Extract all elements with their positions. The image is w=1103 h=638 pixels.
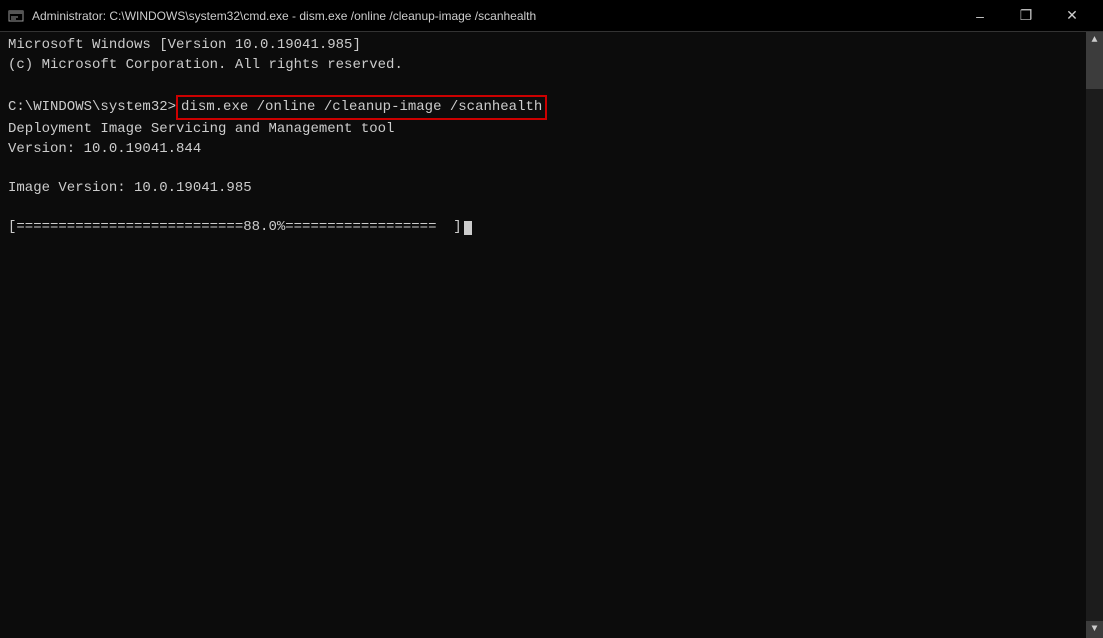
- blank-line-3: [8, 199, 1078, 219]
- restore-button[interactable]: ❐: [1003, 0, 1049, 32]
- cmd-window: Administrator: C:\WINDOWS\system32\cmd.e…: [0, 0, 1103, 638]
- output-line-1: Microsoft Windows [Version 10.0.19041.98…: [8, 36, 1078, 56]
- scrollbar-track[interactable]: [1086, 49, 1103, 621]
- window-icon: [8, 8, 24, 24]
- progress-line: [===========================88.0%=======…: [8, 218, 1078, 238]
- content-area: Microsoft Windows [Version 10.0.19041.98…: [0, 32, 1103, 638]
- scrollbar[interactable]: ▲ ▼: [1086, 32, 1103, 638]
- output-line-4: Deployment Image Servicing and Managemen…: [8, 120, 1078, 140]
- progress-end: ]: [436, 218, 461, 238]
- progress-bar: [===========================88.0%=======…: [8, 218, 436, 238]
- blank-line-2: [8, 160, 1078, 180]
- command-text: dism.exe /online /cleanup-image /scanhea…: [176, 95, 547, 121]
- prompt-text: C:\WINDOWS\system32>: [8, 98, 176, 118]
- terminal-output[interactable]: Microsoft Windows [Version 10.0.19041.98…: [0, 32, 1086, 638]
- output-line-2: (c) Microsoft Corporation. All rights re…: [8, 56, 1078, 76]
- scroll-up-arrow[interactable]: ▲: [1086, 32, 1103, 49]
- scroll-down-arrow[interactable]: ▼: [1086, 621, 1103, 638]
- window-controls: – ❐ ✕: [957, 0, 1095, 32]
- blank-line-1: [8, 75, 1078, 95]
- title-bar: Administrator: C:\WINDOWS\system32\cmd.e…: [0, 0, 1103, 32]
- output-line-5: Version: 10.0.19041.844: [8, 140, 1078, 160]
- close-button[interactable]: ✕: [1049, 0, 1095, 32]
- window-title: Administrator: C:\WINDOWS\system32\cmd.e…: [32, 9, 957, 23]
- command-line: C:\WINDOWS\system32>dism.exe /online /cl…: [8, 95, 1078, 121]
- scrollbar-thumb[interactable]: [1086, 49, 1103, 89]
- cursor: [464, 221, 472, 235]
- output-line-7: Image Version: 10.0.19041.985: [8, 179, 1078, 199]
- minimize-button[interactable]: –: [957, 0, 1003, 32]
